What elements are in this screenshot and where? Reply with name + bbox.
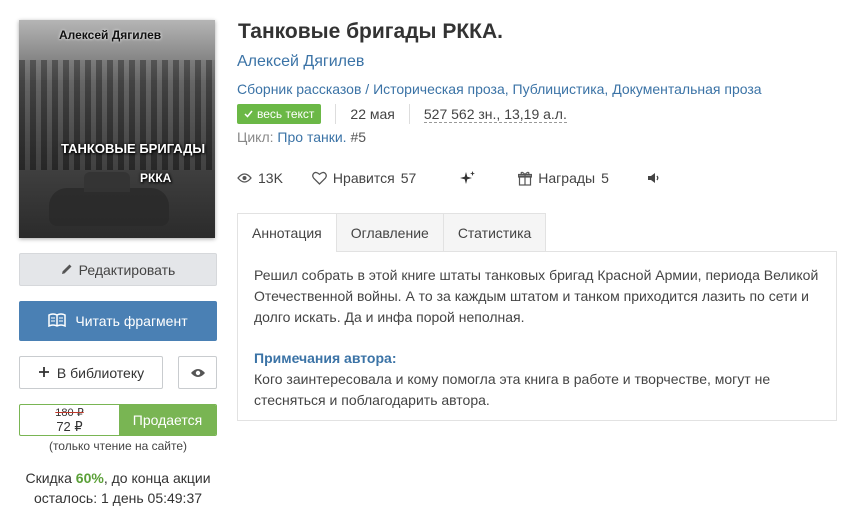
views-stat: 13K (237, 170, 283, 186)
info-tabs: Аннотация Оглавление Статистика (237, 213, 547, 252)
eye-icon (237, 173, 252, 183)
price-values: 180 ₽ 72 ₽ (20, 405, 119, 435)
discount-info: Скидка 60%, до конца акции осталось: 1 д… (10, 468, 226, 508)
price-box: 180 ₽ 72 ₽ Продается (19, 404, 217, 436)
likes-label: Нравится (332, 170, 395, 186)
audio-button[interactable] (647, 172, 661, 184)
read-fragment-button[interactable]: Читать фрагмент (19, 301, 217, 341)
annotation-text: Решил собрать в этой книге штаты танковы… (254, 267, 819, 325)
buy-button[interactable]: Продается (119, 405, 216, 435)
author-link[interactable]: Алексей Дягилев (237, 53, 364, 71)
book-title: Танковые бригады РККА. (238, 20, 503, 43)
sparkles-icon (460, 170, 476, 186)
annotation-panel: Решил собрать в этой книге штаты танковы… (237, 251, 837, 421)
cycle-line: Цикл: Про танки. #5 (237, 129, 366, 145)
pencil-icon (61, 262, 73, 278)
genre-link[interactable]: Публицистика (513, 81, 605, 97)
genre-link[interactable]: Историческая проза (373, 81, 505, 97)
awards-label: Награды (538, 170, 596, 186)
genres-line: Сборник рассказов / Историческая проза, … (237, 81, 762, 97)
book-cover[interactable]: Алексей Дягилев ТАНКОВЫЕ БРИГАДЫ РККА (19, 20, 215, 238)
sparkles-button[interactable] (460, 170, 476, 186)
discount-time-left: осталось: 1 день 05:49:37 (33, 490, 203, 506)
cover-tank (49, 172, 169, 226)
heart-icon (311, 171, 327, 185)
cycle-link[interactable]: Про танки. (277, 129, 346, 145)
publish-date: 22 мая (350, 106, 395, 122)
tab-contents[interactable]: Оглавление (335, 213, 444, 252)
add-to-library-label: В библиотеку (56, 364, 145, 381)
new-price: 72 ₽ (56, 419, 83, 434)
plus-icon (38, 365, 50, 381)
gift-icon (518, 171, 533, 186)
open-book-icon (48, 312, 67, 330)
speaker-icon (647, 172, 661, 184)
discount-percent: 60% (75, 470, 104, 486)
genre-main-link[interactable]: Сборник рассказов (237, 81, 361, 97)
read-fragment-label: Читать фрагмент (75, 313, 188, 329)
cover-title-line2: РККА (140, 171, 172, 185)
discount-prefix: Скидка (25, 470, 76, 486)
cover-author: Алексей Дягилев (59, 28, 162, 42)
cycle-label: Цикл: (237, 129, 274, 145)
meta-row: весь текст 22 мая 527 562 зн., 13,19 а.л… (237, 104, 567, 124)
author-notes-title: Примечания автора: (254, 350, 397, 366)
divider (408, 104, 410, 124)
tab-annotation[interactable]: Аннотация (237, 213, 337, 252)
full-text-badge: весь текст (237, 104, 322, 124)
edit-button[interactable]: Редактировать (19, 253, 217, 286)
genre-separator: / (361, 81, 374, 97)
check-icon (244, 107, 253, 121)
awards-button[interactable]: Награды 5 (518, 170, 609, 186)
cover-title-line1: ТАНКОВЫЕ БРИГАДЫ (61, 141, 206, 156)
edit-button-label: Редактировать (78, 261, 176, 278)
tab-statistics[interactable]: Статистика (442, 213, 547, 252)
eye-icon (190, 365, 206, 381)
stats-row: 13K Нравится 57 Награды 5 (237, 168, 661, 188)
awards-count: 5 (601, 170, 609, 186)
author-notes-text: Кого заинтересовала и кому помогла эта к… (254, 371, 771, 408)
full-text-label: весь текст (257, 107, 315, 121)
read-only-note: (только чтение на сайте) (48, 439, 188, 453)
genre-link[interactable]: Документальная проза (612, 81, 761, 97)
cycle-number: #5 (350, 129, 367, 145)
divider (335, 104, 337, 124)
likes-count: 57 (400, 170, 417, 186)
watch-button[interactable] (178, 356, 217, 389)
views-count: 13K (258, 170, 283, 186)
like-button[interactable]: Нравится 57 (311, 170, 417, 186)
discount-suffix: , до конца акции (103, 470, 211, 486)
add-to-library-button[interactable]: В библиотеку (19, 356, 163, 389)
book-size: 527 562 зн., 13,19 а.л. (423, 105, 567, 123)
